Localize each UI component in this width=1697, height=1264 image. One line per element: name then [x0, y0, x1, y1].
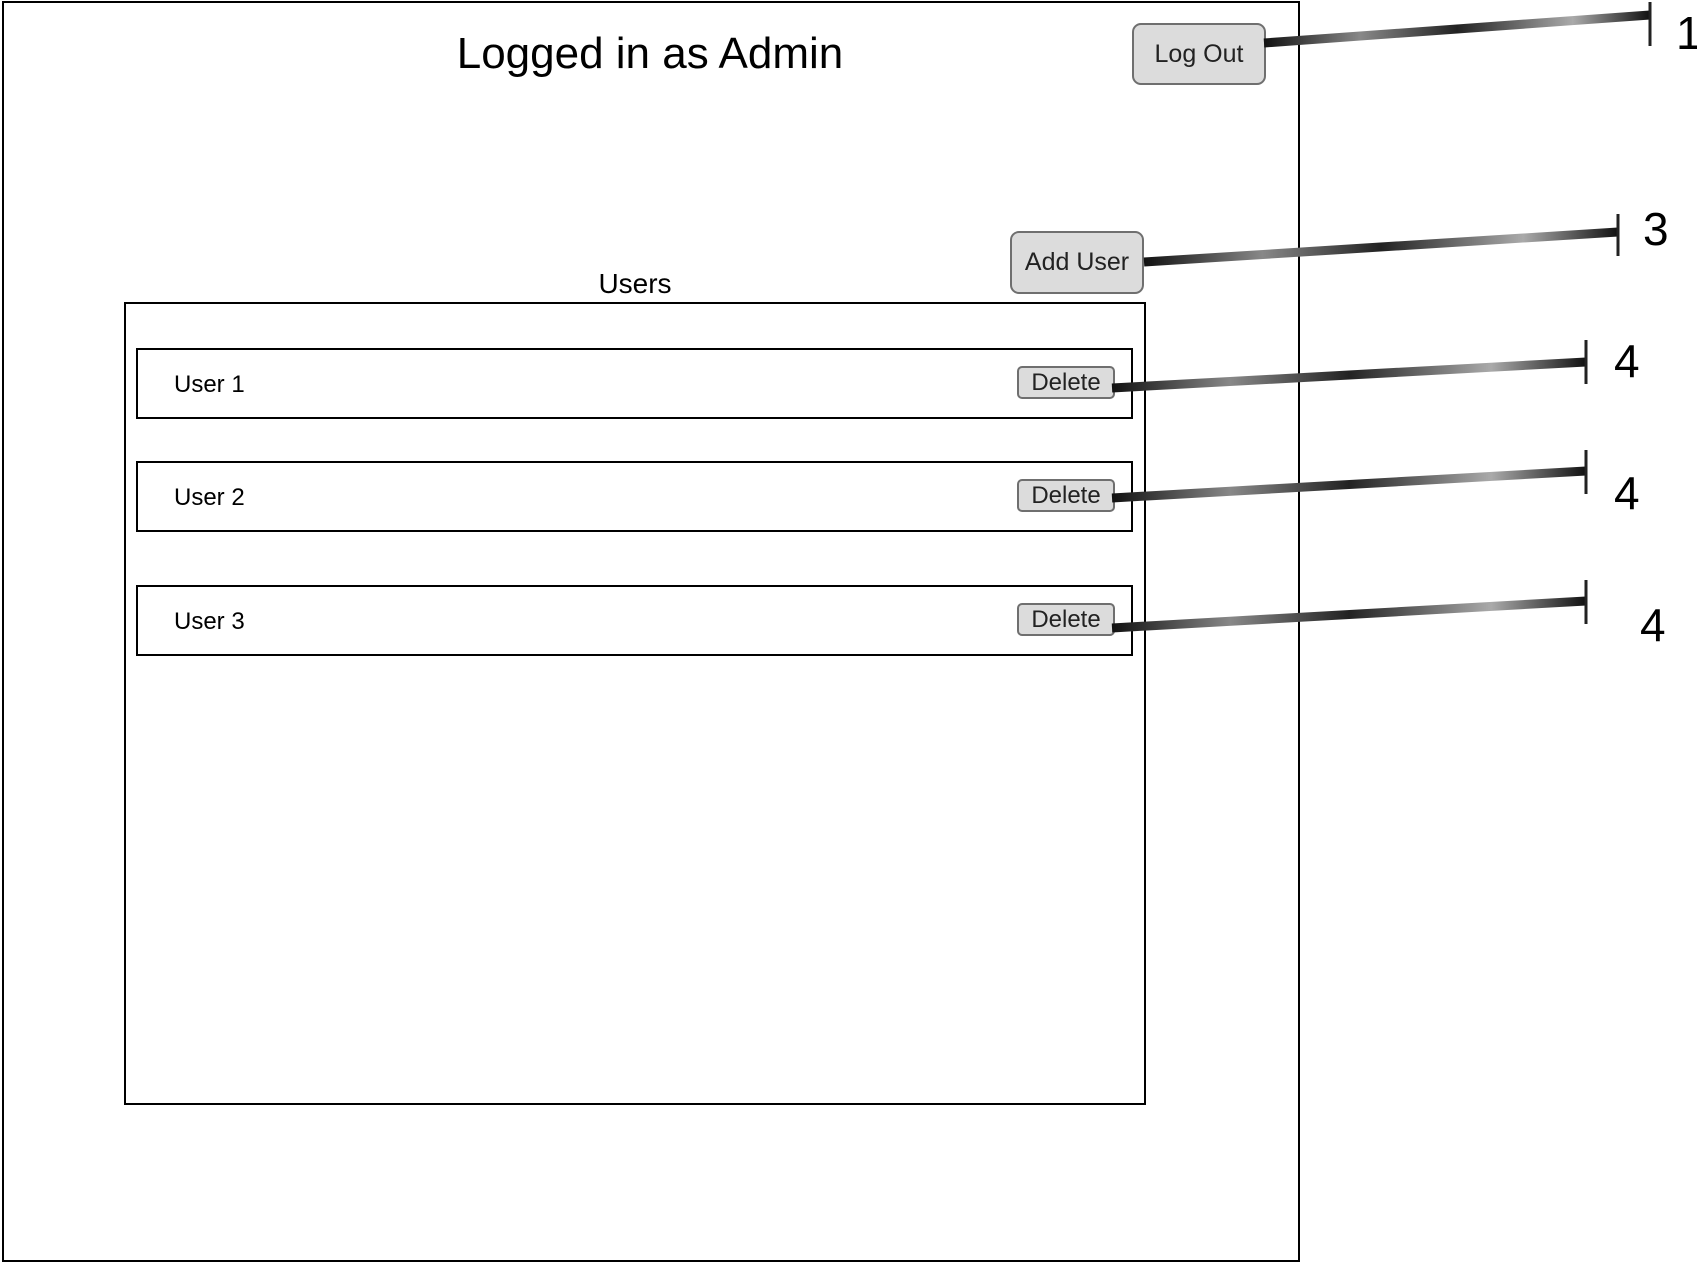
delete-button[interactable]: Delete	[1017, 479, 1115, 512]
callout-number: 4	[1614, 335, 1640, 387]
list-item: User 3 Delete	[136, 585, 1133, 656]
user-name: User 2	[174, 484, 245, 511]
callout-number: 4	[1640, 599, 1666, 651]
add-user-button[interactable]: Add User	[1010, 231, 1144, 294]
callout-number: 1	[1676, 7, 1697, 59]
user-name: User 1	[174, 371, 245, 398]
users-list	[124, 302, 1146, 1105]
callout-line-logout	[1263, 2, 1652, 48]
page-title: Logged in as Admin	[456, 29, 844, 78]
logout-button[interactable]: Log Out	[1132, 23, 1266, 85]
callout-number: 4	[1614, 467, 1640, 519]
user-name: User 3	[174, 608, 245, 635]
list-item: User 1 Delete	[136, 348, 1133, 419]
callout-number: 3	[1643, 203, 1669, 255]
delete-button[interactable]: Delete	[1017, 603, 1115, 636]
list-item: User 2 Delete	[136, 461, 1133, 532]
delete-button[interactable]: Delete	[1017, 366, 1115, 399]
users-heading: Users	[598, 268, 672, 299]
